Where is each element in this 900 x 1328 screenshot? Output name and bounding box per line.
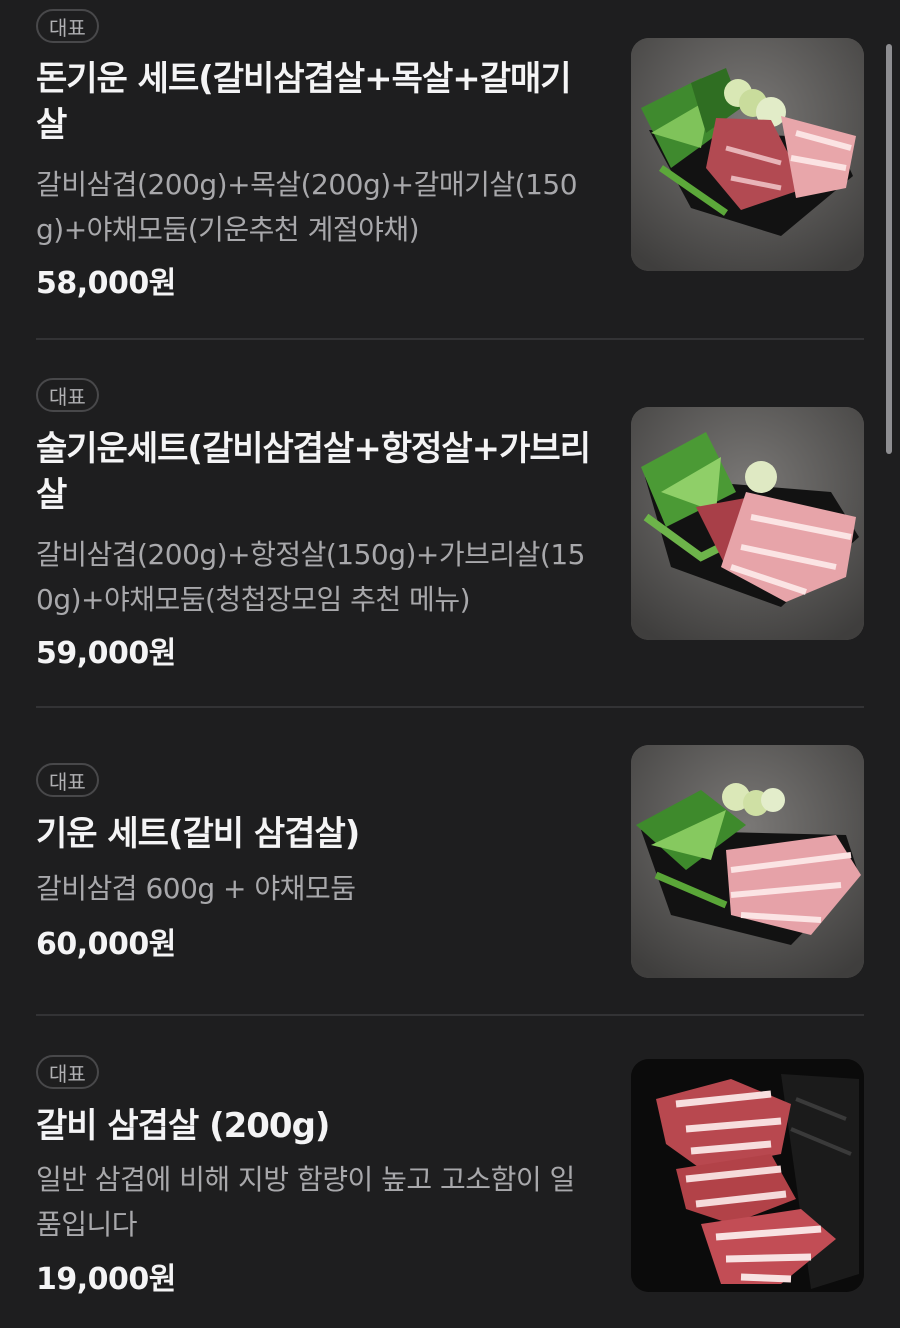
menu-item-price: 19,000원 bbox=[36, 1262, 176, 1297]
menu-item-title: 기운 세트(갈비 삼겹살) bbox=[36, 814, 360, 854]
menu-item-description: 일반 삼겹에 비해 지방 함량이 높고 고소함이 일품입니다 bbox=[36, 1163, 575, 1241]
menu-item-title: 술기운세트(갈비삼겹살+항정살+가브리살 bbox=[36, 429, 591, 515]
scrollbar[interactable] bbox=[886, 44, 892, 454]
signature-badge: 대표 bbox=[36, 763, 99, 797]
menu-item-title: 갈비 삼겹살 (200g) bbox=[36, 1106, 330, 1146]
menu-item[interactable]: 대표 기운 세트(갈비 삼겹살) 갈비삼겹 600g + 야채모둠 60,000… bbox=[36, 708, 864, 1014]
grilled-pork-set-photo[interactable] bbox=[631, 407, 864, 640]
pork-belly-photo[interactable] bbox=[631, 1059, 864, 1292]
menu-item-price: 58,000원 bbox=[36, 266, 176, 301]
menu-item-description: 갈비삼겹(200g)+항정살(150g)+가브리살(150g)+야채모둠(청첩장… bbox=[36, 538, 585, 616]
grilled-pork-set-photo[interactable] bbox=[631, 745, 864, 978]
menu-item-description: 갈비삼겹 600g + 야채모둠 bbox=[36, 872, 356, 905]
signature-badge: 대표 bbox=[36, 1055, 99, 1089]
menu-item-price: 59,000원 bbox=[36, 636, 176, 671]
grilled-pork-set-photo[interactable] bbox=[631, 38, 864, 271]
menu-item-description: 갈비삼겹(200g)+목살(200g)+갈매기살(150g)+야채모둠(기운추천… bbox=[36, 168, 578, 246]
menu-item[interactable]: 대표 돈기운 세트(갈비삼겹살+목살+갈매기살 갈비삼겹(200g)+목살(20… bbox=[36, 0, 864, 338]
menu-item[interactable]: 대표 갈비 삼겹살 (200g) 일반 삼겹에 비해 지방 함량이 높고 고소함… bbox=[36, 1016, 864, 1328]
menu-item[interactable]: 대표 술기운세트(갈비삼겹살+항정살+가브리살 갈비삼겹(200g)+항정살(1… bbox=[36, 340, 864, 708]
signature-badge: 대표 bbox=[36, 378, 99, 412]
menu-item-price: 60,000원 bbox=[36, 927, 176, 962]
menu-item-title: 돈기운 세트(갈비삼겹살+목살+갈매기살 bbox=[36, 59, 572, 145]
signature-badge: 대표 bbox=[36, 9, 99, 43]
